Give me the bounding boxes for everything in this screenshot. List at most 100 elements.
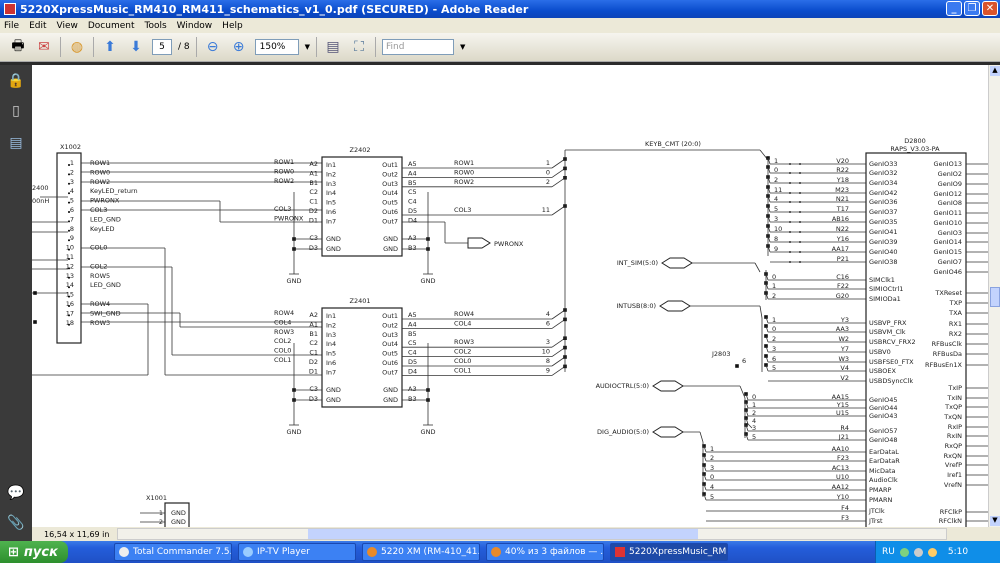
net-label: KeyLED xyxy=(90,225,115,233)
pin-name: In6 xyxy=(326,208,336,216)
task-firefox-5220[interactable]: 5220 XM (RM-410_41... xyxy=(362,543,480,561)
menu-edit[interactable]: Edit xyxy=(29,21,46,31)
lock-icon[interactable]: 🔒 xyxy=(7,73,25,91)
ball-label: Y3 xyxy=(840,316,849,324)
component-ref: Z2402 xyxy=(350,146,371,154)
fit-width-icon[interactable]: ▤ xyxy=(323,37,343,57)
ball-label: AA10 xyxy=(832,445,849,453)
pin-name: GND xyxy=(383,396,398,404)
pin-name: TxQN xyxy=(943,413,962,421)
pin-number: 15 xyxy=(66,291,74,299)
ball-label: AA3 xyxy=(836,325,849,333)
net-label: COL4 xyxy=(454,319,471,327)
bus-index: 2 xyxy=(546,178,550,186)
pin-name: EarDataL xyxy=(869,448,899,456)
bus-index: 6 xyxy=(546,319,550,327)
vertical-scrollbar[interactable]: ▲ ▼ xyxy=(988,65,1000,527)
minimize-button[interactable]: _ xyxy=(946,1,962,16)
navigation-pane: 🔒 ▯ ▤ 💬 📎 xyxy=(0,65,32,541)
menu-tools[interactable]: Tools xyxy=(145,21,167,31)
start-button[interactable]: ⊞ пуск xyxy=(0,541,68,563)
net-label: ROW3 xyxy=(274,328,294,336)
ball-label: Y15 xyxy=(836,401,849,409)
bus-entry xyxy=(551,347,566,357)
zoom-in-icon[interactable]: ⊕ xyxy=(229,37,249,57)
pin-number: 8 xyxy=(70,225,74,233)
bus-index: 9 xyxy=(774,245,778,253)
pin-name: USBVP_FRX xyxy=(869,319,907,327)
pin-name: In4 xyxy=(326,340,336,348)
zoom-out-icon[interactable]: ⊖ xyxy=(203,37,223,57)
tray-icon[interactable] xyxy=(927,547,937,557)
menu-help[interactable]: Help xyxy=(222,21,243,31)
chevron-down-icon[interactable]: ▼ xyxy=(460,43,465,51)
bus-entry xyxy=(551,177,566,188)
horizontal-scrollbar[interactable] xyxy=(117,528,948,540)
bus-index: 9 xyxy=(546,366,550,374)
task-total-commander[interactable]: Total Commander 7.5... xyxy=(114,543,232,561)
pin-name: Out2 xyxy=(382,321,398,329)
email-icon[interactable]: ✉ xyxy=(34,37,54,57)
pin-name: RX1 xyxy=(949,320,962,328)
tray-icon[interactable] xyxy=(913,547,923,557)
ball-label: A5 xyxy=(408,160,417,168)
ball-label: D1 xyxy=(309,367,318,375)
bus-entry xyxy=(551,158,566,169)
full-screen-icon[interactable]: ⛶ xyxy=(349,37,369,57)
pin-name: GenIO7 xyxy=(938,258,962,266)
ball-label: B3 xyxy=(408,395,417,403)
pin-name: USBVM_Clk xyxy=(869,328,906,336)
ball-label: Y7 xyxy=(840,345,849,353)
pages-icon[interactable]: ▯ xyxy=(7,103,25,121)
pin-number: 7 xyxy=(70,215,74,223)
net-label: COL3 xyxy=(454,206,471,214)
menu-window[interactable]: Window xyxy=(177,21,213,31)
attachment-icon[interactable]: 📎 xyxy=(7,515,25,533)
scroll-thumb[interactable] xyxy=(990,287,1000,307)
divider xyxy=(195,37,197,57)
pin-name: GenIO41 xyxy=(869,228,897,236)
next-page-icon[interactable]: ⬇ xyxy=(126,37,146,57)
ball-label: B5 xyxy=(408,330,417,338)
find-input[interactable]: Find xyxy=(382,39,455,55)
pin-name: RFClkP xyxy=(940,508,962,516)
bus-index: 5 xyxy=(752,433,756,441)
tray-icon[interactable] xyxy=(899,547,909,557)
page-number-input[interactable]: 5 xyxy=(152,39,172,55)
task-firefox-download[interactable]: 40% из 3 файлов — ... xyxy=(486,543,604,561)
previous-page-icon[interactable]: ⬆ xyxy=(100,37,120,57)
ball-label: C16 xyxy=(836,273,849,281)
close-button[interactable]: ✕ xyxy=(982,1,998,16)
pin-dot xyxy=(68,295,70,298)
pin-name: JTrst xyxy=(868,517,883,525)
ball-label: AA17 xyxy=(832,245,849,253)
pin-name: USBOEX xyxy=(869,367,896,375)
menu-document[interactable]: Document xyxy=(88,21,135,31)
print-icon[interactable]: 🖶 xyxy=(8,37,28,57)
pin-dot xyxy=(68,192,70,195)
menu-view[interactable]: View xyxy=(57,21,78,31)
menu-file[interactable]: File xyxy=(4,21,19,31)
comments-icon[interactable]: 💬 xyxy=(7,485,25,503)
collaborate-icon[interactable]: ◍ xyxy=(67,37,87,57)
language-indicator[interactable]: RU xyxy=(882,547,895,557)
pin-dot xyxy=(68,211,70,213)
scroll-down-icon[interactable]: ▼ xyxy=(990,516,1000,526)
pin-name: SIMClk1 xyxy=(869,276,895,284)
ball-label: D5 xyxy=(408,207,417,215)
scroll-thumb[interactable] xyxy=(308,529,699,539)
pin-name: RxQP xyxy=(945,442,962,450)
zoom-level-select[interactable]: 150% xyxy=(254,39,299,55)
chevron-down-icon[interactable]: ▼ xyxy=(305,43,310,51)
bookmarks-icon[interactable]: ▤ xyxy=(7,135,25,153)
task-adobe-reader[interactable]: 5220XpressMusic_RM... xyxy=(610,543,728,561)
net-label: KeyLED_return xyxy=(90,187,138,195)
pin-name: Out6 xyxy=(382,208,398,216)
bus-entry xyxy=(551,319,566,329)
ball-label: B5 xyxy=(408,179,417,187)
maximize-button[interactable]: ❐ xyxy=(964,1,980,16)
task-iptv-player[interactable]: IP-TV Player xyxy=(238,543,356,561)
pin-number: 1 xyxy=(70,159,74,167)
net-label: ROW5 xyxy=(90,272,110,280)
scroll-up-icon[interactable]: ▲ xyxy=(990,66,1000,76)
